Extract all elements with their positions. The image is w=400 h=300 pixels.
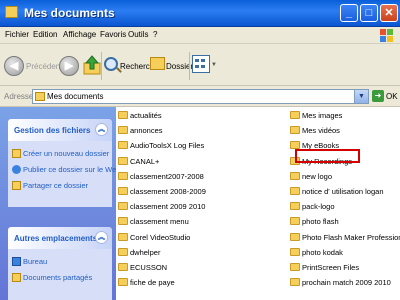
share-folder-icon bbox=[12, 181, 21, 190]
collapse-icon[interactable]: ︽ bbox=[95, 231, 108, 244]
folder-icon bbox=[290, 232, 300, 241]
folder-icon bbox=[290, 126, 300, 135]
address-value[interactable]: Mes documents bbox=[47, 92, 103, 101]
task-pane: Gestion des fichiers ︽ Créer un nouveau … bbox=[0, 107, 120, 300]
file-name[interactable]: ECUSSON bbox=[130, 263, 167, 272]
file-name[interactable]: AudioToolsX Log Files bbox=[130, 141, 204, 150]
address-bar: Adresse Mes documents ▼ ➜ OK bbox=[0, 86, 400, 107]
task-new-folder[interactable]: Créer un nouveau dossier bbox=[12, 149, 109, 158]
menu-affichage[interactable]: Affichage bbox=[63, 30, 96, 39]
file-name[interactable]: photo flash bbox=[302, 217, 339, 226]
folder-icon bbox=[118, 263, 128, 271]
address-input[interactable]: Mes documents ▼ bbox=[32, 89, 369, 104]
close-button[interactable]: ✕ bbox=[380, 4, 398, 22]
file-name[interactable]: Photo Flash Maker Professional bbox=[302, 233, 400, 242]
go-button[interactable]: OK bbox=[386, 92, 398, 101]
menu-edition[interactable]: Edition bbox=[33, 30, 57, 39]
file-name[interactable]: classement menu bbox=[130, 217, 189, 226]
address-dropdown-icon[interactable]: ▼ bbox=[354, 90, 368, 103]
file-name[interactable]: Mes images bbox=[302, 111, 342, 120]
folder-icon bbox=[118, 232, 128, 241]
folder-icon bbox=[290, 263, 300, 271]
toolbar: ◀ Précédente ▼ ▶ Rechercher Dossiers ▼ bbox=[0, 44, 400, 86]
task-share-folder[interactable]: Partager ce dossier bbox=[12, 181, 88, 190]
file-name[interactable]: notice d' utilisation logan bbox=[302, 187, 384, 196]
shared-documents-icon bbox=[12, 273, 21, 282]
file-name[interactable]: annonces bbox=[130, 126, 163, 135]
file-name[interactable]: actualités bbox=[130, 111, 162, 120]
search-icon[interactable] bbox=[104, 57, 118, 71]
folder-icon bbox=[290, 278, 300, 287]
views-dropdown-icon[interactable]: ▼ bbox=[211, 62, 217, 68]
menu-fichier[interactable]: Fichier bbox=[5, 30, 29, 39]
folder-icon bbox=[118, 141, 128, 150]
windows-logo-icon bbox=[380, 29, 394, 42]
folder-icon bbox=[118, 217, 128, 226]
file-name[interactable]: PrintScreen Files bbox=[302, 263, 359, 272]
other-places-panel: Bureau Documents partagés bbox=[8, 249, 112, 300]
file-name[interactable]: fiche de paye bbox=[130, 278, 175, 287]
folder-icon bbox=[290, 187, 300, 195]
folders-icon[interactable] bbox=[150, 57, 165, 70]
window-title: Mes documents bbox=[24, 6, 115, 20]
folder-icon bbox=[118, 111, 128, 119]
file-name[interactable]: CANAL+ bbox=[130, 157, 159, 166]
file-name[interactable]: new logo bbox=[302, 172, 332, 181]
folder-icon bbox=[118, 278, 128, 287]
folder-icon bbox=[290, 111, 300, 119]
folder-icon bbox=[118, 187, 128, 195]
desktop-icon bbox=[12, 257, 21, 266]
file-name[interactable]: dwhelper bbox=[130, 248, 160, 257]
address-label: Adresse bbox=[4, 92, 34, 101]
file-name[interactable]: Mes vidéos bbox=[302, 126, 340, 135]
forward-icon[interactable]: ▶ bbox=[59, 56, 79, 76]
menu-bar: Fichier Edition Affichage Favoris Outils… bbox=[0, 27, 400, 44]
globe-icon bbox=[12, 165, 21, 174]
file-tasks-header[interactable]: Gestion des fichiers ︽ bbox=[8, 119, 112, 141]
back-icon[interactable]: ◀ bbox=[4, 56, 24, 76]
folder-icon bbox=[290, 202, 300, 211]
menu-outils[interactable]: Outils bbox=[128, 30, 148, 39]
file-name[interactable]: classement2007-2008 bbox=[130, 172, 204, 181]
folder-icon bbox=[5, 6, 18, 18]
file-tasks-panel: Créer un nouveau dossier Publier ce doss… bbox=[8, 141, 120, 207]
folder-icon bbox=[290, 247, 300, 256]
place-shared-docs[interactable]: Documents partagés bbox=[12, 273, 92, 282]
new-folder-icon bbox=[12, 149, 21, 158]
other-places-title: Autres emplacements bbox=[14, 234, 98, 243]
folder-icon bbox=[35, 92, 45, 101]
file-name[interactable]: pack-logo bbox=[302, 202, 335, 211]
folder-icon bbox=[290, 171, 300, 180]
other-places-header[interactable]: Autres emplacements ︽ bbox=[8, 227, 112, 249]
menu-favoris[interactable]: Favoris bbox=[100, 30, 126, 39]
go-icon[interactable]: ➜ bbox=[372, 90, 384, 102]
folder-icon bbox=[118, 156, 128, 165]
file-name[interactable]: prochain match 2009 2010 bbox=[302, 278, 391, 287]
folder-icon bbox=[118, 202, 128, 211]
menu-help[interactable]: ? bbox=[153, 30, 157, 39]
minimize-button[interactable]: _ bbox=[340, 4, 358, 22]
file-name[interactable]: classement 2008-2009 bbox=[130, 187, 206, 196]
file-name[interactable]: photo kodak bbox=[302, 248, 343, 257]
file-name[interactable]: Corel VideoStudio bbox=[130, 233, 190, 242]
folder-icon bbox=[118, 247, 128, 256]
up-folder-icon[interactable] bbox=[83, 55, 101, 75]
folder-icon bbox=[290, 217, 300, 226]
title-bar: Mes documents _ □ ✕ bbox=[0, 0, 400, 27]
highlight-box bbox=[295, 149, 360, 163]
task-publish-web[interactable]: Publier ce dossier sur le Web bbox=[12, 165, 120, 174]
folder-icon bbox=[118, 126, 128, 135]
file-tasks-title: Gestion des fichiers bbox=[14, 126, 91, 135]
file-name[interactable]: classement 2009 2010 bbox=[130, 202, 205, 211]
folder-icon bbox=[118, 171, 128, 180]
maximize-button[interactable]: □ bbox=[360, 4, 378, 22]
collapse-icon[interactable]: ︽ bbox=[95, 123, 108, 136]
views-icon[interactable] bbox=[192, 55, 210, 73]
place-desktop[interactable]: Bureau bbox=[12, 257, 47, 266]
